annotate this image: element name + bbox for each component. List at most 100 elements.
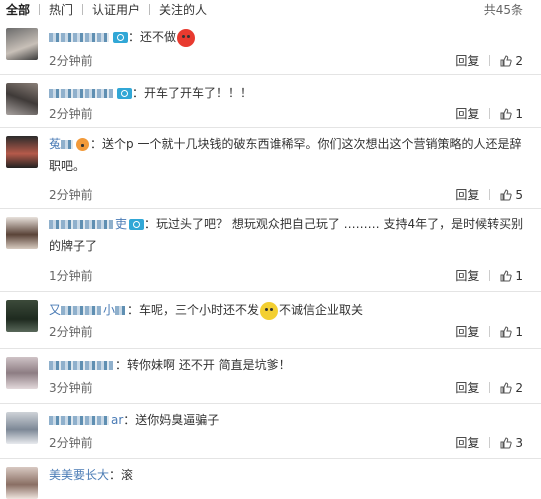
reply-button[interactable]: 回复 (455, 105, 479, 122)
like-button[interactable]: 1 (500, 325, 523, 339)
reply-button[interactable]: 回复 (455, 434, 479, 451)
comment-actions: 回复 1 (455, 267, 523, 284)
comment-text-before: ：车呢，三个小时还不发 (127, 303, 260, 317)
member-camera-icon (117, 88, 132, 99)
like-count: 3 (515, 436, 523, 450)
thumbs-up-icon (500, 189, 513, 201)
like-button[interactable]: 2 (500, 54, 523, 68)
reply-button[interactable]: 回复 (455, 186, 479, 203)
avatar[interactable] (6, 28, 38, 60)
thumbs-up-icon (500, 270, 513, 282)
tab-divider (39, 4, 41, 15)
username[interactable] (49, 86, 115, 100)
reply-button[interactable]: 回复 (455, 52, 479, 69)
comment-text-line: 又小：车呢，三个小时还不发 不诚信企业取关 (49, 299, 531, 321)
reply-button[interactable]: 回复 (455, 323, 479, 340)
action-divider (489, 437, 491, 448)
member-camera-icon (129, 219, 145, 230)
comment-text-line: ：转你妹啊 还不开 简直是坑爹！ (49, 354, 531, 376)
comment-item: ：开车了开车了！！！ 2分钟前 回复 1 (0, 75, 541, 128)
comment-text: ：开车了开车了！！！ (132, 86, 253, 100)
like-button[interactable]: 1 (500, 107, 523, 121)
avatar[interactable] (6, 300, 38, 332)
tab-hot[interactable]: 热门 (49, 0, 73, 20)
comment-text-line: 菟：送个p 一个就十几块钱的破东西谁稀罕。你们这次想出这个营销策略的人还是辞职吧… (49, 133, 531, 177)
thumbs-up-icon (500, 326, 513, 338)
username[interactable]: 吏 (49, 217, 127, 231)
comment-actions: 回复 2 (455, 379, 523, 396)
tab-all[interactable]: 全部 (6, 0, 30, 20)
tab-following[interactable]: 关注的人 (159, 0, 207, 20)
comment-text-line: ar：送你妈臭逼骗子 (49, 409, 531, 431)
username[interactable]: 菟 (49, 137, 75, 151)
comment-item: ar：送你妈臭逼骗子 2分钟前 回复 3 (0, 404, 541, 459)
reply-button[interactable]: 回复 (455, 267, 479, 284)
comment-actions: 回复 2 (455, 52, 523, 69)
comment-item: 美美要长大：滚 (0, 459, 541, 499)
action-divider (489, 270, 491, 281)
comment-item: ：还不做 2分钟前 回复 2 (0, 20, 541, 75)
comment-text: ：送你妈臭逼骗子 (123, 413, 220, 427)
avatar[interactable] (6, 357, 38, 389)
like-button[interactable]: 3 (500, 436, 523, 450)
action-divider (489, 189, 491, 200)
timestamp: 2分钟前 (49, 188, 93, 202)
comment-actions: 回复 1 (455, 323, 523, 340)
thumbs-up-icon (500, 55, 513, 67)
username[interactable] (49, 358, 115, 372)
comment-text-line: 吏：玩过头了吧？ 想玩观众把自己玩了 ……… 支持4年了，是时候转买别的牌子了 (49, 213, 531, 257)
username[interactable] (49, 30, 111, 44)
timestamp: 1分钟前 (49, 269, 93, 283)
timestamp: 2分钟前 (49, 107, 93, 121)
comment-text-after: 不诚信企业取关 (279, 303, 364, 317)
comment-item: 吏：玩过头了吧？ 想玩观众把自己玩了 ……… 支持4年了，是时候转买别的牌子了 … (0, 209, 541, 292)
thumbs-up-icon (500, 382, 513, 394)
comment-item: 又小：车呢，三个小时还不发 不诚信企业取关 2分钟前 回复 1 (0, 292, 541, 349)
tab-verified-users[interactable]: 认证用户 (92, 0, 140, 20)
like-count: 1 (515, 325, 523, 339)
like-count: 5 (515, 188, 523, 202)
comment-text: ：送个p 一个就十几块钱的破东西谁稀罕。你们这次想出这个营销策略的人还是辞职吧。 (49, 137, 522, 173)
timestamp: 3分钟前 (49, 381, 93, 395)
filter-tabs: 全部 热门 认证用户 关注的人 共45条 (0, 0, 541, 20)
timestamp: 2分钟前 (49, 436, 93, 450)
like-count: 2 (515, 381, 523, 395)
thumbs-up-icon (500, 108, 513, 120)
member-camera-icon (113, 32, 128, 43)
comment-text-line: ：开车了开车了！！！ (49, 82, 531, 104)
username[interactable]: 美美要长大 (49, 468, 109, 482)
comment-text: ：转你妹啊 还不开 简直是坑爹！ (115, 358, 291, 372)
thumbs-up-icon (500, 437, 513, 449)
like-count: 1 (515, 107, 523, 121)
like-count: 1 (515, 269, 523, 283)
comment-actions: 回复 3 (455, 434, 523, 451)
comment-count: 共45条 (483, 3, 523, 17)
username[interactable]: 又小 (49, 303, 127, 317)
member-badge-icon (76, 138, 90, 151)
avatar[interactable] (6, 412, 38, 444)
comment-actions: 回复 1 (455, 105, 523, 122)
comment-actions: 回复 5 (455, 186, 523, 203)
like-button[interactable]: 2 (500, 381, 523, 395)
timestamp: 2分钟前 (49, 54, 93, 68)
comment-item: 菟：送个p 一个就十几块钱的破东西谁稀罕。你们这次想出这个营销策略的人还是辞职吧… (0, 128, 541, 209)
timestamp: 2分钟前 (49, 325, 93, 339)
angry-face-icon (177, 28, 196, 47)
comment-text-line: 美美要长大：滚 (49, 464, 531, 486)
username[interactable]: ar (49, 413, 123, 427)
like-button[interactable]: 1 (500, 269, 523, 283)
reply-button[interactable]: 回复 (455, 379, 479, 396)
avatar[interactable] (6, 217, 38, 249)
comment-text-line: ：还不做 (49, 26, 531, 48)
avatar[interactable] (6, 83, 38, 115)
comment-text: ：滚 (109, 468, 134, 482)
avatar[interactable] (6, 136, 38, 168)
like-button[interactable]: 5 (500, 188, 523, 202)
tab-divider (149, 4, 151, 15)
like-count: 2 (515, 54, 523, 68)
avatar[interactable] (6, 467, 38, 499)
comment-text: ：还不做 (128, 30, 177, 44)
action-divider (489, 108, 491, 119)
action-divider (489, 326, 491, 337)
action-divider (489, 55, 491, 66)
